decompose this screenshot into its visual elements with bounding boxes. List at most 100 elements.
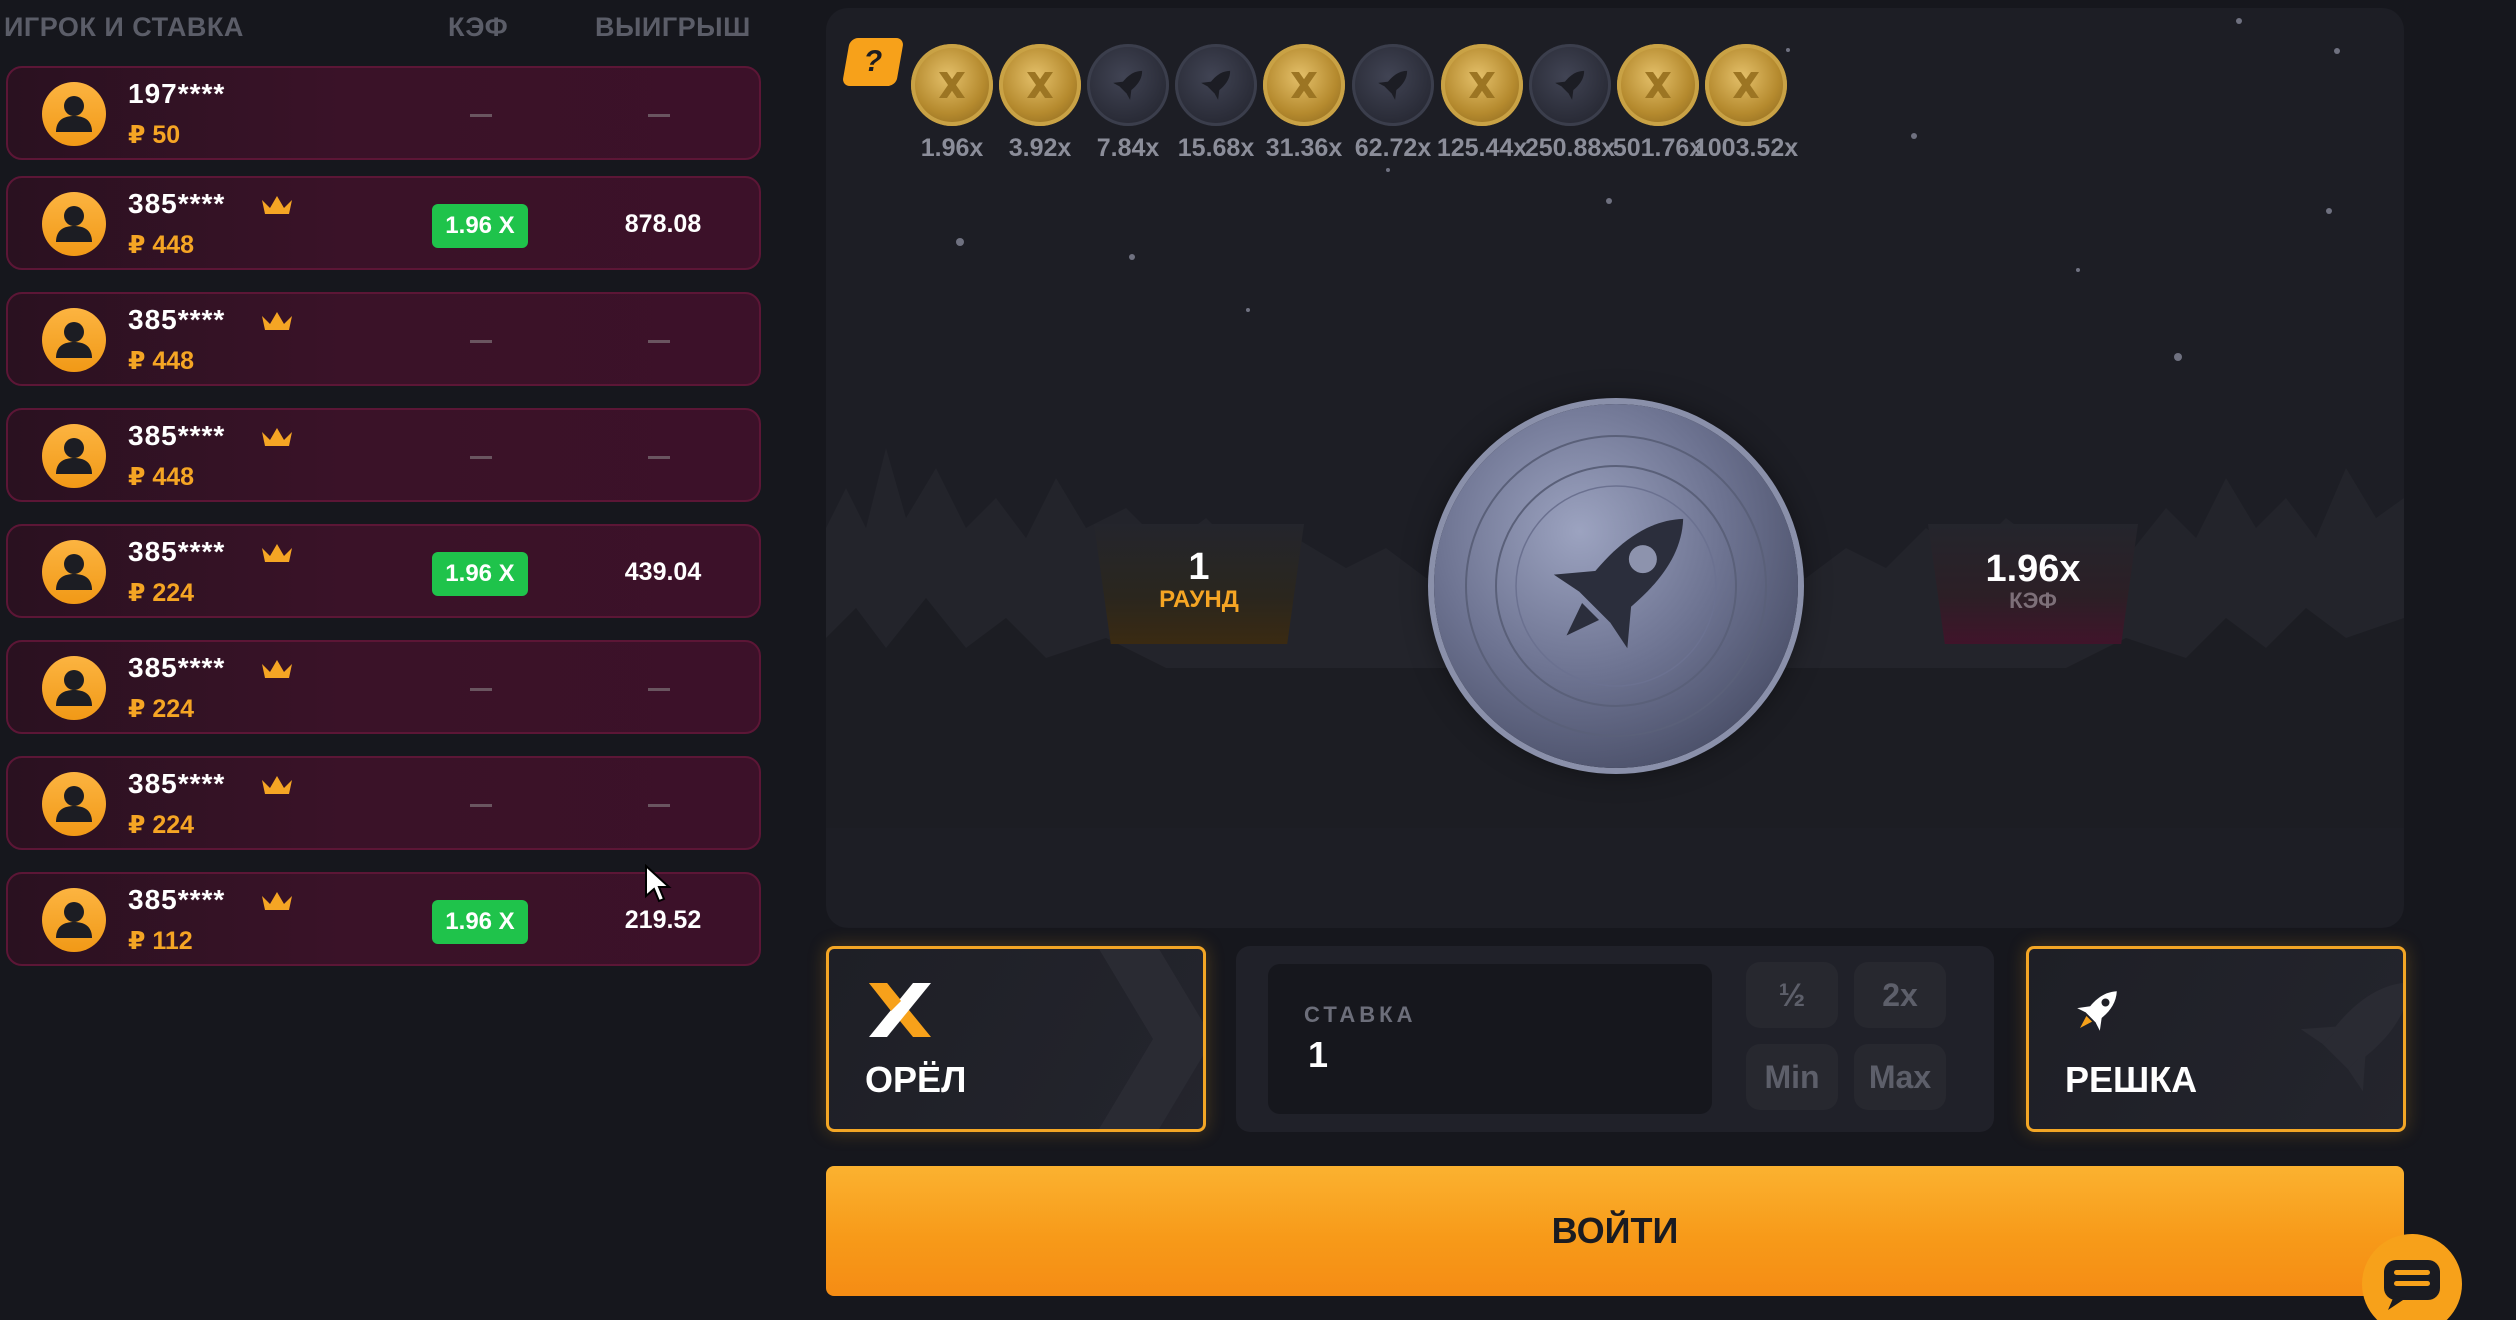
crown-icon bbox=[262, 312, 292, 330]
history-coin-heads bbox=[999, 44, 1081, 126]
coef-badge: 1.96 X bbox=[432, 552, 528, 596]
heads-button[interactable]: ОРЁЛ bbox=[826, 946, 1206, 1132]
star bbox=[1246, 308, 1250, 312]
star bbox=[1606, 198, 1612, 204]
player-bet: ₽ 448 bbox=[128, 231, 195, 259]
player-name: 197**** bbox=[128, 78, 226, 109]
user-icon bbox=[56, 670, 92, 706]
crown-icon bbox=[262, 196, 292, 214]
player-bet: ₽ 448 bbox=[128, 463, 195, 491]
avatar bbox=[42, 656, 106, 720]
star bbox=[1911, 133, 1917, 139]
avatar bbox=[42, 540, 106, 604]
avatar bbox=[42, 772, 106, 836]
bet-input[interactable]: СТАВКА 1 bbox=[1268, 964, 1712, 1114]
user-icon bbox=[56, 206, 92, 242]
history-coin-heads bbox=[1617, 44, 1699, 126]
player-row: 385**** ₽ 448 bbox=[6, 408, 761, 502]
enter-button[interactable]: ВОЙТИ bbox=[826, 1166, 2404, 1296]
players-header: ИГРОК И СТАВКА КЭФ ВЫИГРЫШ bbox=[0, 0, 770, 56]
player-name: 385**** bbox=[128, 304, 226, 335]
max-button[interactable]: Max bbox=[1854, 1044, 1946, 1110]
round-value: 1 bbox=[1188, 546, 1210, 588]
crown-icon bbox=[262, 428, 292, 446]
rocket-icon bbox=[1201, 70, 1231, 100]
rocket-icon bbox=[2077, 991, 2117, 1031]
chat-icon bbox=[2384, 1260, 2440, 1310]
coef-empty bbox=[470, 340, 492, 343]
win-amount: 219.52 bbox=[624, 906, 702, 934]
tails-label: РЕШКА bbox=[2065, 1059, 2198, 1100]
win-empty bbox=[648, 804, 670, 807]
chevron-watermark-icon bbox=[1099, 949, 1203, 1129]
win-empty bbox=[648, 456, 670, 459]
star bbox=[2236, 18, 2242, 24]
coef-label: КЭФ bbox=[2009, 588, 2057, 613]
player-bet: ₽ 50 bbox=[128, 121, 181, 149]
bet-caption: СТАВКА bbox=[1304, 1002, 1417, 1027]
star bbox=[956, 238, 964, 246]
player-name: 385**** bbox=[128, 768, 226, 799]
x-logo-icon bbox=[1291, 72, 1317, 98]
history-coin-tails bbox=[1175, 44, 1257, 126]
min-button[interactable]: Min bbox=[1746, 1044, 1838, 1110]
user-icon bbox=[56, 96, 92, 132]
x-logo-icon bbox=[1645, 72, 1671, 98]
star bbox=[2334, 48, 2340, 54]
game-area: ? 1.96x 3.92x 7.84x 15.68x 31.36x 62.72x 125.4… bbox=[826, 8, 2404, 928]
coef-badge: 1.96 X bbox=[432, 204, 528, 248]
player-name: 385**** bbox=[128, 884, 226, 915]
player-row: 385**** ₽ 448 1.96 X 878.08 bbox=[6, 176, 761, 270]
rocket-icon bbox=[1113, 70, 1143, 100]
x-logo-icon bbox=[1733, 72, 1759, 98]
win-empty bbox=[648, 688, 670, 691]
player-bet: ₽ 224 bbox=[128, 695, 195, 723]
avatar bbox=[42, 888, 106, 952]
players-panel: ИГРОК И СТАВКА КЭФ ВЫИГРЫШ 197**** ₽ 50 38… bbox=[0, 0, 770, 1320]
player-bet: ₽ 224 bbox=[128, 579, 195, 607]
mouse-cursor-icon bbox=[645, 864, 672, 903]
history-coin-tails bbox=[1087, 44, 1169, 126]
player-row: 385**** ₽ 448 bbox=[6, 292, 761, 386]
rocket-icon bbox=[1465, 435, 1767, 737]
rocket-icon bbox=[1555, 70, 1585, 100]
history-coin-heads bbox=[911, 44, 993, 126]
crown-icon bbox=[262, 544, 292, 562]
player-bet: ₽ 448 bbox=[128, 347, 195, 375]
coef-empty bbox=[470, 114, 492, 117]
tails-button[interactable]: РЕШКА bbox=[2026, 946, 2406, 1132]
x-logo-icon bbox=[869, 983, 931, 1037]
history-coin-heads bbox=[1705, 44, 1787, 126]
bet-value: 1 bbox=[1308, 1034, 1329, 1075]
star bbox=[2076, 268, 2080, 272]
avatar bbox=[42, 308, 106, 372]
crown-icon bbox=[262, 776, 292, 794]
double-button[interactable]: 2x bbox=[1854, 962, 1946, 1028]
player-name: 385**** bbox=[128, 536, 226, 567]
coef-badge: 1.96 X bbox=[432, 900, 528, 944]
history-multiplier: 1003.52x bbox=[1693, 134, 1799, 162]
help-button[interactable]: ? bbox=[841, 38, 905, 86]
star bbox=[2174, 353, 2182, 361]
crown-icon bbox=[262, 660, 292, 678]
bet-panel: СТАВКА 1 ½ 2x Min Max bbox=[1236, 946, 1994, 1132]
rocket-watermark-icon bbox=[2300, 982, 2403, 1092]
player-row: 385**** ₽ 224 bbox=[6, 756, 761, 850]
win-empty bbox=[648, 114, 670, 117]
coef-value: 1.96x bbox=[1985, 548, 2081, 590]
history-coin-heads bbox=[1263, 44, 1345, 126]
x-logo-icon bbox=[1469, 72, 1495, 98]
half-button[interactable]: ½ bbox=[1746, 962, 1838, 1028]
coef-indicator: 1.96x КЭФ bbox=[1928, 524, 2138, 644]
star bbox=[2326, 208, 2332, 214]
win-amount: 878.08 bbox=[624, 210, 702, 238]
x-logo-icon bbox=[1027, 72, 1053, 98]
player-name: 385**** bbox=[128, 420, 226, 451]
header-coef: КЭФ bbox=[448, 12, 509, 42]
chat-button[interactable] bbox=[2362, 1234, 2462, 1320]
avatar bbox=[42, 424, 106, 488]
player-name: 385**** bbox=[128, 188, 226, 219]
avatar bbox=[42, 192, 106, 256]
history-coin-tails bbox=[1529, 44, 1611, 126]
player-row: 385**** ₽ 224 bbox=[6, 640, 761, 734]
